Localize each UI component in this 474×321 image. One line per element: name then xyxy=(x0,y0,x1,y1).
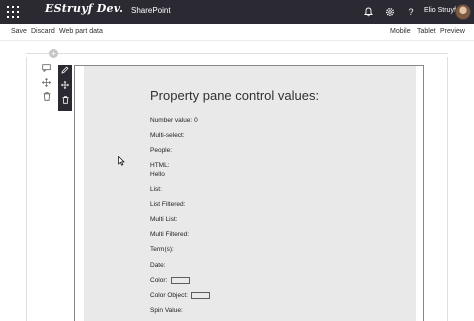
multi-list-text: Multi List: xyxy=(150,216,178,223)
discard-button[interactable]: Discard xyxy=(31,28,55,35)
brand-logo[interactable]: EStruyf Dev. xyxy=(45,2,123,15)
delete-icon[interactable] xyxy=(58,96,72,110)
waffle-icon[interactable] xyxy=(7,6,19,18)
html-value-text: Hello xyxy=(150,171,165,178)
delete-icon[interactable] xyxy=(42,92,51,101)
suite-bar: EStruyf Dev. SharePoint ? Elio Struyf xyxy=(0,0,474,24)
section-divider xyxy=(26,53,448,54)
webpart-data-button[interactable]: Web part data xyxy=(59,28,103,35)
color-text: Color: xyxy=(150,277,168,284)
edit-icon[interactable] xyxy=(58,66,72,80)
command-bar: Save Discard Web part data Mobile Tablet… xyxy=(0,24,474,41)
people-text: People: xyxy=(150,147,173,154)
user-name[interactable]: Elio Struyf xyxy=(424,7,456,14)
color-object-text: Color Object: xyxy=(150,292,188,299)
move-icon[interactable] xyxy=(58,80,72,95)
webpart-title: Property pane control values: xyxy=(150,88,320,103)
mouse-cursor-icon xyxy=(118,156,125,166)
webpart-toolbar xyxy=(58,65,72,111)
save-button[interactable]: Save xyxy=(11,28,27,35)
webpart-content xyxy=(84,66,416,321)
multi-filtered-text: Multi Filtered: xyxy=(150,231,190,238)
app-name-link[interactable]: SharePoint xyxy=(131,6,171,15)
color-swatch xyxy=(171,277,190,284)
terms-text: Term(s): xyxy=(150,246,174,253)
html-label-text: HTML: xyxy=(150,162,170,169)
move-icon[interactable] xyxy=(42,78,51,87)
spin-value-text: Spin Value: xyxy=(150,307,183,314)
avatar[interactable] xyxy=(455,4,471,20)
multi-select-text: Multi-select: xyxy=(150,132,185,139)
color-object-swatch xyxy=(191,292,210,299)
help-icon[interactable]: ? xyxy=(404,5,418,19)
comment-icon[interactable] xyxy=(42,64,51,73)
bell-icon[interactable] xyxy=(361,5,375,19)
preview-button[interactable]: Preview xyxy=(440,28,465,35)
list-filtered-text: List Filtered: xyxy=(150,201,186,208)
tablet-preview-button[interactable]: Tablet xyxy=(417,28,436,35)
gear-icon[interactable] xyxy=(383,5,397,19)
mobile-preview-button[interactable]: Mobile xyxy=(390,28,411,35)
list-text: List: xyxy=(150,186,162,193)
date-text: Date: xyxy=(150,262,166,269)
number-value-text: Number value: 0 xyxy=(150,117,198,124)
